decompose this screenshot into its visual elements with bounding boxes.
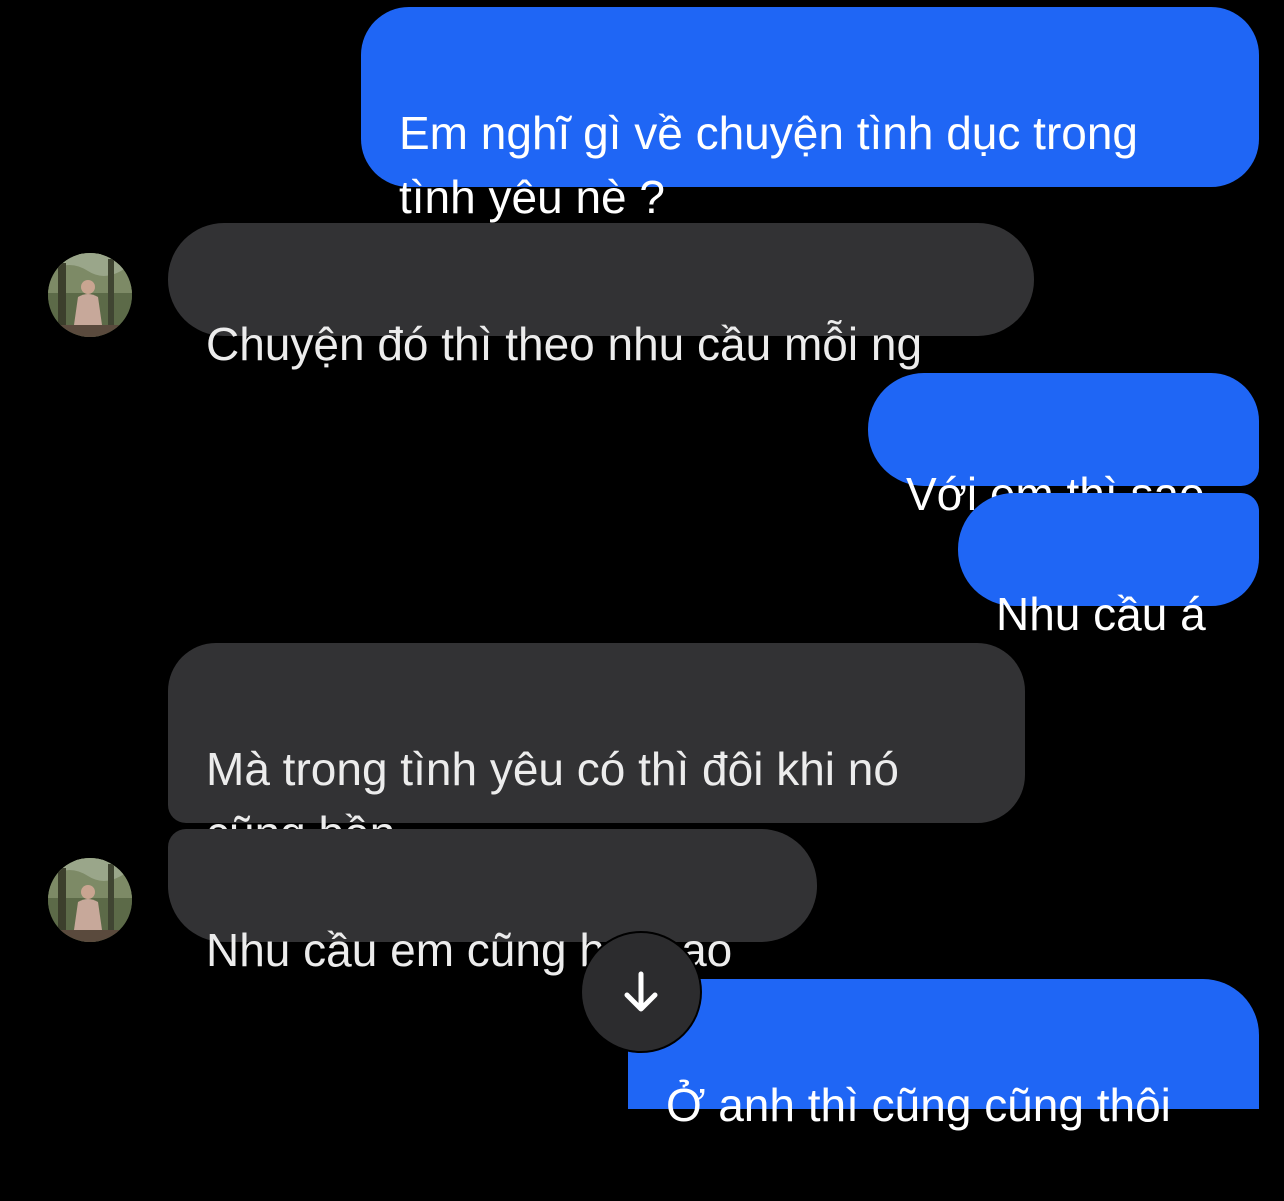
message-bubble-outgoing[interactable]: Em nghĩ gì về chuyện tình dục trong tình… — [361, 7, 1259, 223]
message-bubble-incoming[interactable]: Mà trong tình yêu có thì đôi khi nó cũng… — [168, 643, 1025, 859]
scroll-to-bottom-button[interactable] — [582, 933, 700, 1051]
message-bubble-outgoing[interactable]: Với em thì sao — [868, 373, 1259, 520]
arrow-down-icon — [624, 971, 658, 1012]
message-bubble-outgoing[interactable]: Ở anh thì cũng cũng thôi — [628, 979, 1259, 1131]
message-bubble-incoming[interactable]: Nhu cầu em cũng hơi cao — [168, 829, 817, 976]
message-text: Em nghĩ gì về chuyện tình dục trong tình… — [399, 107, 1139, 223]
contact-avatar[interactable] — [48, 253, 132, 337]
message-text: Chuyện đó thì theo nhu cầu mỗi ng — [206, 318, 923, 370]
message-bubble-outgoing[interactable]: Nhu cầu á — [958, 493, 1259, 640]
message-bubble-incoming[interactable]: Chuyện đó thì theo nhu cầu mỗi ng — [168, 223, 1034, 370]
message-text: Ở anh thì cũng cũng thôi — [666, 1079, 1171, 1131]
contact-avatar[interactable] — [48, 858, 132, 942]
message-text: Nhu cầu á — [996, 588, 1206, 640]
